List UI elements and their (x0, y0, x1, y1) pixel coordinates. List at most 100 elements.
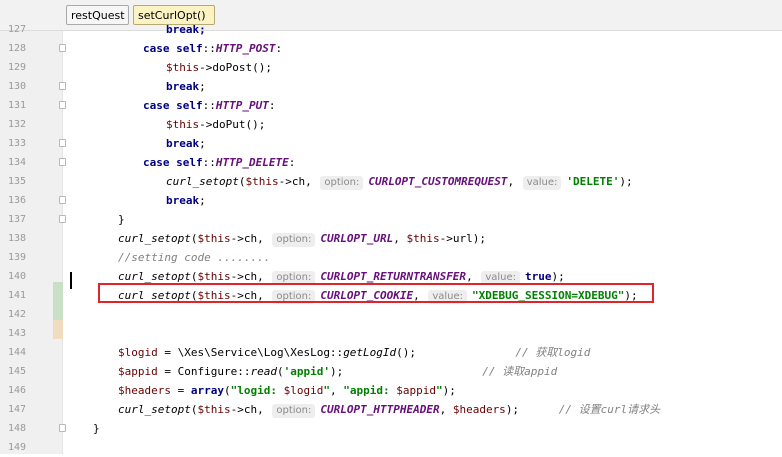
code-line[interactable]: 148} (0, 419, 782, 438)
code-token: $this (197, 403, 231, 416)
code-text: } (118, 210, 125, 229)
code-token: , (393, 232, 407, 245)
code-token: :: (202, 42, 216, 55)
code-token: CURLOPT_HTTPHEADER (320, 403, 440, 416)
code-token: // 获取logid (515, 346, 591, 359)
line-number[interactable]: 142 (0, 305, 26, 324)
code-token: : (275, 42, 283, 55)
code-line[interactable]: 130 break; (0, 77, 782, 96)
code-token: case (143, 99, 177, 112)
line-number[interactable]: 135 (0, 172, 26, 191)
line-number[interactable]: 141 (0, 286, 26, 305)
line-number[interactable]: 127 (0, 20, 26, 39)
code-token: = (170, 384, 191, 397)
code-token: , (466, 270, 480, 283)
code-line[interactable]: 136 break; (0, 191, 782, 210)
code-token: "logid: (230, 384, 284, 397)
code-text: curl_setopt($this->ch, option: CURLOPT_HT… (118, 400, 660, 419)
code-token: ->doPut(); (199, 118, 266, 131)
line-number[interactable]: 129 (0, 58, 26, 77)
code-line[interactable]: 145 $appid = Configure::read('appid'); //… (0, 362, 782, 381)
line-number[interactable]: 131 (0, 96, 26, 115)
code-token: ->ch, (230, 270, 271, 283)
code-token: HTTP_POST (215, 42, 276, 55)
code-token: $this (245, 175, 279, 188)
code-token: : (268, 99, 276, 112)
line-number[interactable]: 147 (0, 400, 26, 419)
code-token: array (190, 384, 224, 397)
fold-marker-icon[interactable] (59, 196, 66, 204)
code-token: " (323, 384, 330, 397)
code-token: HTTP_DELETE (215, 156, 289, 169)
fold-marker-icon[interactable] (59, 424, 66, 432)
code-token: :: (202, 99, 216, 112)
code-text: curl_setopt($this->ch, option: CURLOPT_UR… (118, 229, 486, 248)
code-line[interactable]: 132 $this->doPut(); (0, 115, 782, 134)
code-text: $headers = array("logid: $logid", "appid… (118, 381, 456, 400)
code-token: CURLOPT_URL (320, 232, 394, 245)
code-token: getLogId (343, 346, 397, 359)
code-line[interactable]: 131 case self::HTTP_PUT: (0, 96, 782, 115)
code-line[interactable]: 134 case self::HTTP_DELETE: (0, 153, 782, 172)
line-number[interactable]: 149 (0, 438, 26, 457)
fold-marker-icon[interactable] (59, 139, 66, 147)
line-number[interactable]: 138 (0, 229, 26, 248)
code-token: $logid (283, 384, 324, 397)
line-number[interactable]: 144 (0, 343, 26, 362)
code-token: ; (199, 80, 206, 93)
code-token: $this (197, 270, 231, 283)
code-token: ; (199, 137, 206, 150)
code-token: break (166, 137, 200, 150)
code-token: , (329, 384, 344, 397)
code-token: CURLOPT_RETURNTRANSFER (320, 270, 467, 283)
code-line[interactable]: 144 $logid = \Xes\Service\Log\XesLog::get… (0, 343, 782, 362)
code-token: break (166, 194, 200, 207)
code-token: ->ch, (278, 175, 319, 188)
code-line[interactable]: 133 break; (0, 134, 782, 153)
code-line[interactable]: 128 case self::HTTP_POST: (0, 39, 782, 58)
line-number[interactable]: 146 (0, 381, 26, 400)
line-number[interactable]: 128 (0, 39, 26, 58)
line-number[interactable]: 134 (0, 153, 26, 172)
line-number[interactable]: 139 (0, 248, 26, 267)
code-line[interactable]: 143 (0, 324, 782, 343)
code-token: self (176, 99, 203, 112)
code-line[interactable]: 137} (0, 210, 782, 229)
line-number[interactable]: 136 (0, 191, 26, 210)
line-number[interactable]: 140 (0, 267, 26, 286)
line-number[interactable]: 145 (0, 362, 26, 381)
code-token: $headers (118, 384, 171, 397)
code-line[interactable]: 135 curl_setopt($this->ch, option: CURLOPT… (0, 172, 782, 191)
code-token: :: (202, 156, 216, 169)
code-text: $this->doPost(); (166, 58, 272, 77)
code-line[interactable]: 146 $headers = array("logid: $logid", "ap… (0, 381, 782, 400)
line-number[interactable]: 143 (0, 324, 26, 343)
fold-marker-icon[interactable] (59, 82, 66, 90)
code-line[interactable]: 129 $this->doPost(); (0, 58, 782, 77)
code-line[interactable]: 138 curl_setopt($this->ch, option: CURLOPT… (0, 229, 782, 248)
code-token: $this (166, 118, 200, 131)
code-token: $logid (118, 346, 158, 359)
fold-marker-icon[interactable] (59, 158, 66, 166)
code-line[interactable]: 149 (0, 438, 782, 457)
code-token: // 读取appid (482, 365, 558, 378)
code-text: $logid = \Xes\Service\Log\XesLog::getLog… (118, 343, 590, 362)
code-line[interactable]: 147 curl_setopt($this->ch, option: CURLOPT… (0, 400, 782, 419)
code-line[interactable]: 127 break; (0, 20, 782, 39)
code-line[interactable]: 139 //setting code ........ (0, 248, 782, 267)
line-number[interactable]: 130 (0, 77, 26, 96)
code-token: $this (166, 61, 200, 74)
code-token: ->url); (439, 232, 486, 245)
fold-marker-icon[interactable] (59, 215, 66, 223)
code-token: ->doPost(); (199, 61, 272, 74)
line-number[interactable]: 137 (0, 210, 26, 229)
line-number[interactable]: 132 (0, 115, 26, 134)
code-token: } (93, 422, 100, 435)
fold-marker-icon[interactable] (59, 44, 66, 52)
line-number[interactable]: 148 (0, 419, 26, 438)
fold-marker-icon[interactable] (59, 101, 66, 109)
code-token: self (176, 156, 203, 169)
code-token: " (435, 384, 443, 397)
code-line[interactable]: 142 (0, 305, 782, 324)
line-number[interactable]: 133 (0, 134, 26, 153)
